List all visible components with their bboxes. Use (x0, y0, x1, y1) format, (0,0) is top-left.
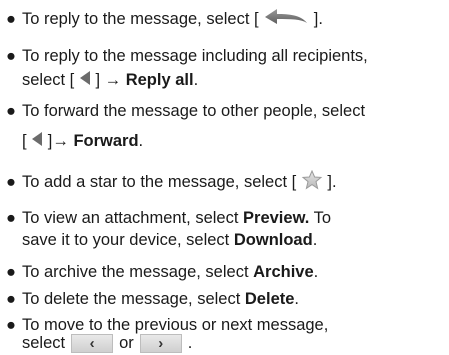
menu-arrow-icon (31, 131, 43, 152)
reply-arrow-icon (263, 8, 309, 31)
next-message-button-icon: › (139, 334, 182, 354)
instruction-line: ● To forward the message to other people,… (6, 102, 366, 120)
instruction-line: ● To reply to the message, select [ ]. (0, 8, 323, 31)
star-icon (301, 169, 323, 195)
menu-arrow-icon (79, 70, 91, 91)
previous-message-button-icon: ‹ (71, 334, 114, 354)
instruction-line: ● To add a star to the message, select [ … (0, 169, 337, 195)
bullet: ● (6, 9, 16, 28)
instruction-line: ● To view an attachment, select Preview. … (6, 209, 332, 227)
instruction-line: ● To archive the message, select Archive. (6, 263, 319, 281)
instruction-line: select [ ] → Reply all. (0, 70, 198, 91)
instruction-line: select ‹ or ›. (22, 334, 193, 354)
instruction-line: ● To delete the message, select Delete. (6, 290, 300, 308)
instruction-line: ● To move to the previous or next message… (6, 316, 329, 334)
instruction-line: save it to your device, select Download. (22, 231, 318, 249)
instruction-line: ● To reply to the message including all r… (6, 47, 368, 65)
instruction-line: [ ]→ Forward. (0, 131, 143, 152)
